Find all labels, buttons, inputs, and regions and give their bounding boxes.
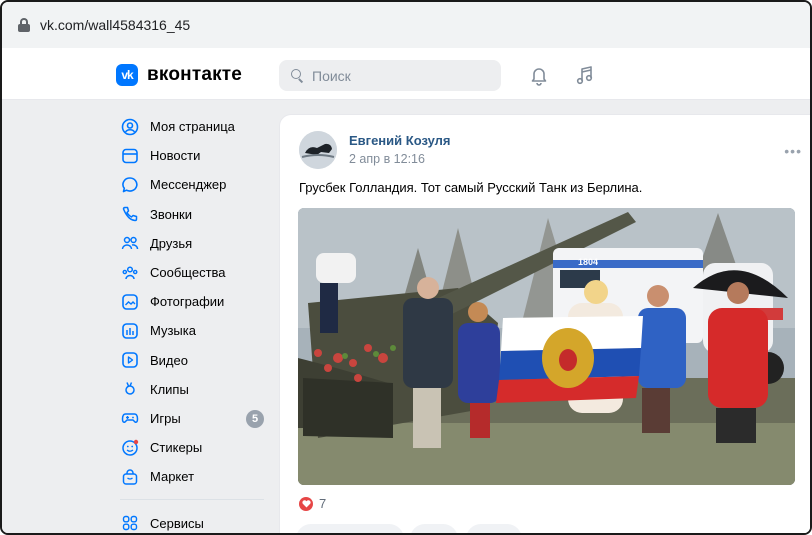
browser-address-bar: vk.com/wall4584316_45 <box>2 2 810 48</box>
music-icon <box>120 321 140 341</box>
games-count-badge: 5 <box>246 409 264 428</box>
sidebar-item-label: Мессенджер <box>150 177 227 193</box>
sidebar-item-market[interactable]: Маркет <box>112 462 272 491</box>
friends-icon <box>120 233 140 253</box>
wall-post: Евгений Козуля 2 апр в 12:16 ••• Грусбек… <box>279 114 810 533</box>
url-text[interactable]: vk.com/wall4584316_45 <box>40 17 190 33</box>
post-likes[interactable]: 7 <box>299 496 326 511</box>
sidebar-item-clips[interactable]: Клипы <box>112 375 272 404</box>
phone-icon <box>120 204 140 224</box>
music-icon[interactable] <box>574 64 596 86</box>
like-button[interactable] <box>296 524 404 533</box>
sidebar-item-news[interactable]: Новости <box>112 141 272 170</box>
lock-icon[interactable] <box>18 18 30 32</box>
sidebar-item-label: Игры <box>150 410 181 426</box>
share-button[interactable] <box>466 524 522 533</box>
post-photo[interactable]: 1804 <box>298 208 795 485</box>
sidebar-item-services[interactable]: Сервисы <box>112 508 272 533</box>
market-icon <box>120 467 140 487</box>
sidebar-item-label: Моя страница <box>150 119 235 135</box>
news-icon <box>120 146 140 166</box>
site-header: vk вконтакте <box>2 50 810 100</box>
sidebar-item-label: Новости <box>150 148 201 164</box>
games-icon <box>120 408 140 428</box>
photo-icon <box>120 292 140 312</box>
vk-logo[interactable]: vk вконтакте <box>116 64 242 86</box>
search-icon <box>291 69 304 83</box>
vk-logo-text: вконтакте <box>147 64 243 85</box>
sidebar-item-photos[interactable]: Фотографии <box>112 287 272 316</box>
sidebar-item-label: Звонки <box>150 206 192 222</box>
comment-button[interactable] <box>410 524 458 533</box>
sidebar-item-label: Видео <box>150 352 188 368</box>
communities-icon <box>120 263 140 283</box>
sidebar-item-label: Клипы <box>150 381 189 397</box>
url-field[interactable]: vk.com/wall4584316_45 <box>8 10 806 40</box>
bell-icon[interactable] <box>528 64 550 86</box>
browser-window: vk.com/wall4584316_45 vk вконтакте Поиск… <box>0 0 812 535</box>
sidebar-item-label: Сервисы <box>150 515 204 531</box>
search-box[interactable] <box>279 60 501 91</box>
sidebar-divider <box>120 499 264 501</box>
sidebar-item-label: Стикеры <box>150 440 203 456</box>
likes-count: 7 <box>319 496 327 511</box>
sidebar-item-label: Музыка <box>150 323 196 339</box>
sidebar-item-stickers[interactable]: Стикеры <box>112 433 272 462</box>
message-icon <box>120 175 140 195</box>
sidebar-item-messenger[interactable]: Мессенджер <box>112 170 272 199</box>
post-more-menu-icon[interactable]: ••• <box>784 143 802 159</box>
sidebar-item-music[interactable]: Музыка <box>112 316 272 345</box>
left-sidebar: Моя страница Новости Мессенджер Звонки Д… <box>112 112 272 533</box>
sidebar-item-my-page[interactable]: Моя страница <box>112 112 272 141</box>
post-text: Грусбек Голландия. Тот самый Русский Тан… <box>299 180 643 195</box>
sidebar-item-label: Маркет <box>150 469 195 485</box>
sidebar-item-communities[interactable]: Сообщества <box>112 258 272 287</box>
video-icon <box>120 350 140 370</box>
stickers-icon <box>120 438 140 458</box>
sidebar-item-calls[interactable]: Звонки <box>112 200 272 229</box>
services-icon <box>120 513 140 533</box>
sidebar-item-video[interactable]: Видео <box>112 346 272 375</box>
search-input[interactable] <box>312 67 492 84</box>
vk-logo-icon: vk <box>116 64 138 86</box>
post-date[interactable]: 2 апр в 12:16 <box>349 152 425 166</box>
post-author-name[interactable]: Евгений Козуля <box>349 133 451 148</box>
sidebar-item-games[interactable]: Игры 5 <box>112 404 272 433</box>
ambulance-number: 1804 <box>578 257 598 267</box>
author-avatar[interactable] <box>299 131 337 169</box>
sidebar-item-label: Фотографии <box>150 294 225 310</box>
clips-icon <box>120 379 140 399</box>
sidebar-item-label: Друзья <box>150 235 193 251</box>
sidebar-item-label: Сообщества <box>150 265 226 281</box>
sidebar-item-friends[interactable]: Друзья <box>112 229 272 258</box>
user-circle-icon <box>120 117 140 137</box>
heart-icon <box>299 496 313 511</box>
